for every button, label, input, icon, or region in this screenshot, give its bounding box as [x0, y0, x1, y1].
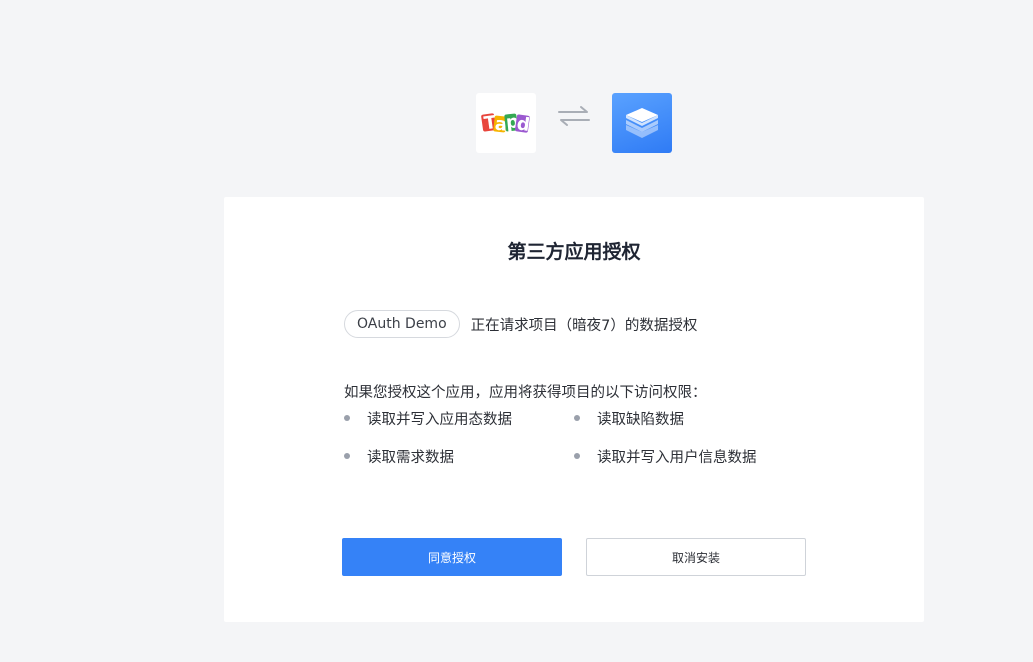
- page-title: 第三方应用授权: [507, 241, 641, 263]
- request-message: 正在请求项目（暗夜7）的数据授权: [470, 317, 698, 334]
- request-line: OAuth Demo 正在请求项目（暗夜7）的数据授权: [344, 310, 697, 338]
- bullet-icon: [574, 453, 580, 459]
- swap-arrows-icon: [558, 106, 590, 126]
- app-name-badge: OAuth Demo: [344, 310, 460, 338]
- svg-text:d: d: [515, 113, 531, 136]
- cancel-install-button[interactable]: 取消安装: [586, 538, 806, 576]
- bullet-icon: [574, 415, 580, 421]
- app-logos-row: T a p d: [476, 93, 672, 153]
- bullet-icon: [344, 415, 350, 421]
- permission-label: 读取并写入应用态数据: [367, 411, 512, 428]
- permission-item: 读取需求数据: [344, 447, 574, 466]
- authorization-card: 第三方应用授权 OAuth Demo 正在请求项目（暗夜7）的数据授权 如果您授…: [224, 197, 924, 622]
- third-party-app-logo: [612, 93, 672, 153]
- permission-label: 读取并写入用户信息数据: [597, 449, 757, 466]
- tapd-logo: T a p d: [476, 93, 536, 153]
- permission-label: 读取缺陷数据: [597, 411, 684, 428]
- permission-item: 读取并写入用户信息数据: [574, 447, 804, 466]
- stacked-layers-icon: [626, 108, 658, 138]
- agree-authorize-button[interactable]: 同意授权: [342, 538, 562, 576]
- swap-arrows: [536, 86, 612, 146]
- bullet-icon: [344, 453, 350, 459]
- permissions-list: 读取并写入应用态数据 读取缺陷数据 读取需求数据 读取并写入用户信息数据: [344, 409, 804, 466]
- oauth-authorization-page: T a p d 第三方应用授权 OAuth Demo 正在请求项目（暗夜7）的数…: [0, 0, 1033, 662]
- permission-label: 读取需求数据: [367, 449, 454, 466]
- permission-item: 读取缺陷数据: [574, 409, 804, 428]
- permission-item: 读取并写入应用态数据: [344, 409, 574, 428]
- permissions-intro: 如果您授权这个应用，应用将获得项目的以下访问权限：: [344, 385, 707, 401]
- tapd-logo-icon: T a p d: [481, 111, 531, 136]
